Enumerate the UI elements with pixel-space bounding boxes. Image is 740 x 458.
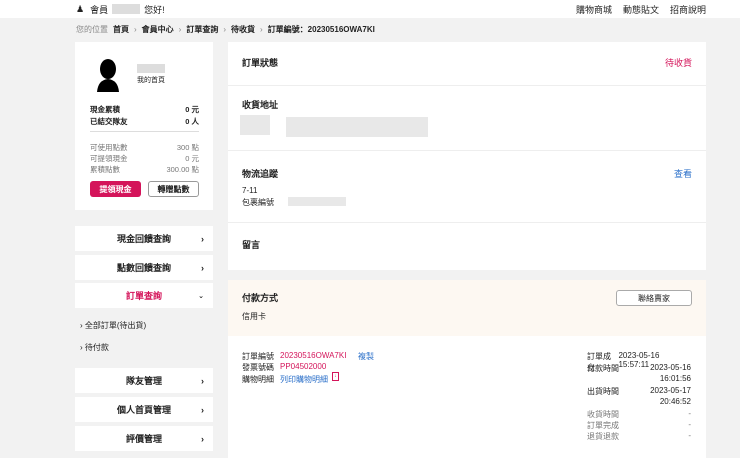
time-value: 20:46:52: [659, 397, 691, 406]
chevron-right-icon: ›: [201, 262, 204, 273]
menu-homepage[interactable]: 個人首頁管理 ›: [75, 397, 213, 422]
invoice-label: 發票號碼: [242, 363, 274, 372]
menu-orders[interactable]: 訂單查詢 ⌄: [75, 283, 213, 308]
menu-points-rebate[interactable]: 點數回饋查詢 ›: [75, 255, 213, 280]
nav-shop[interactable]: 購物商城: [576, 3, 612, 16]
transfer-points-button[interactable]: 轉贈點數: [148, 181, 199, 197]
crumb-member[interactable]: 會員中心: [142, 24, 174, 35]
menu-label: 點數回饋查詢: [116, 263, 171, 273]
withdrawable: 0 元: [185, 154, 199, 163]
friends-label: 已結交隊友: [90, 117, 128, 126]
my-home-link[interactable]: 我的首頁: [137, 75, 165, 85]
package-no-blurred: [288, 197, 346, 206]
order-info-panel: 訂單狀態 待收貨 收貨地址 物流追蹤 查看 7-11 包裹編號 留言: [228, 42, 706, 270]
accum-points-label: 累積點數: [90, 165, 120, 174]
cash-total: 0 元: [185, 105, 199, 114]
status-badge: 待收貨: [664, 58, 692, 68]
top-bar: ♟ 會員 您好! 購物商城 動態貼文 招商說明: [0, 0, 740, 18]
cash-total-label: 現金累積: [90, 105, 120, 114]
order-no-label: 訂單編號: [242, 352, 274, 361]
time-label: 退貨退款: [587, 431, 619, 441]
submenu-all-orders[interactable]: › 全部訂單(待出貨): [80, 320, 146, 331]
username-blurred: [112, 4, 141, 14]
time-value: -: [688, 430, 691, 440]
chevron-right-icon: ›: [201, 375, 204, 386]
time-value: -: [688, 419, 691, 429]
nav-merchant[interactable]: 招商說明: [670, 3, 706, 16]
time-value: 2023-05-16: [650, 362, 691, 372]
crumb-home[interactable]: 首頁: [113, 24, 129, 35]
time-label: 出貨時間: [587, 386, 619, 396]
time-value: 16:01:56: [659, 374, 691, 383]
nav-posts[interactable]: 動態貼文: [623, 3, 659, 16]
submenu-label: 全部訂單(待出貨): [84, 321, 147, 330]
user-icon: ♟: [76, 3, 85, 14]
address-blurred: [286, 117, 428, 137]
chevron-right-icon: ›: [201, 433, 204, 444]
avatar-icon: [97, 59, 119, 92]
crumb-orders[interactable]: 訂單查詢: [186, 24, 218, 35]
menu-label: 現金回饋查詢: [116, 234, 171, 244]
greeting-prefix: 會員: [90, 4, 109, 15]
withdrawable-label: 可提領現金: [90, 154, 128, 163]
chevron-right-icon: ›: [201, 404, 204, 415]
chevron-down-icon: ⌄: [198, 292, 204, 300]
time-label: 付款時間: [587, 363, 619, 373]
profile-card: 我的首頁 現金累積 0 元 已結交隊友 0 人 可使用點數 300 點 可提領現金 0 …: [75, 42, 213, 210]
time-value: -: [688, 408, 691, 418]
time-label: 訂單完成: [587, 420, 619, 430]
menu-label: 訂單查詢: [125, 291, 162, 301]
withdraw-cash-button[interactable]: 提領現金: [90, 181, 141, 197]
time-value: 2023-05-17: [650, 385, 691, 395]
invoice-no: PP04502000: [280, 362, 327, 371]
order-no: 20230516OWA7KI: [280, 351, 347, 360]
order-detail-panel: 訂單編號 20230516OWA7KI 複製 發票號碼 PP04502000 購…: [228, 336, 706, 458]
detail-label: 購物明細: [242, 375, 274, 384]
copy-button[interactable]: 複製: [358, 351, 374, 362]
usable-points: 300 點: [176, 143, 199, 152]
package-label: 包裹編號: [242, 198, 274, 207]
menu-label: 個人首頁管理: [116, 405, 171, 415]
greeting-suffix: 您好!: [144, 4, 165, 15]
payment-panel: 付款方式 信用卡 聯絡賣家: [228, 280, 706, 336]
menu-label: 隊友管理: [125, 376, 162, 386]
friends-count: 0 人: [185, 117, 199, 126]
carrier: 7-11: [242, 186, 258, 195]
menu-label: 評價管理: [125, 434, 162, 444]
usable-points-label: 可使用點數: [90, 143, 128, 152]
message-label: 留言: [242, 240, 261, 250]
menu-cash-rebate[interactable]: 現金回饋查詢 ›: [75, 226, 213, 251]
payment-label: 付款方式: [242, 293, 279, 303]
time-label: 收貨時間: [587, 409, 619, 419]
logistics-label: 物流追蹤: [242, 169, 279, 179]
submenu-label: 待付款: [84, 343, 109, 352]
address-blurred: [240, 115, 270, 135]
chevron-right-icon: ›: [201, 233, 204, 244]
breadcrumb: 您的位置 首頁 › 會員中心 › 訂單查詢 › 待收貨 › 訂單編號：20230516O…: [76, 24, 375, 35]
crumb-order: 訂單編號：20230516OWA7KI: [267, 25, 375, 34]
contact-seller-button[interactable]: 聯絡賣家: [616, 290, 692, 306]
accum-points: 300.00 點: [166, 165, 199, 174]
logistics-view-link[interactable]: 查看: [674, 167, 692, 180]
menu-team[interactable]: 隊友管理 ›: [75, 368, 213, 393]
pdf-icon[interactable]: ↓: [332, 372, 339, 381]
status-label: 訂單狀態: [242, 58, 279, 68]
address-label: 收貨地址: [242, 100, 279, 110]
time-label: 訂單成立: [587, 352, 611, 372]
username-blurred: [137, 64, 165, 73]
crumb-pending[interactable]: 待收貨: [231, 24, 255, 35]
menu-reviews[interactable]: 評價管理 ›: [75, 426, 213, 451]
time-value: 2023-05-16 15:57:11: [618, 351, 660, 369]
breadcrumb-label: 您的位置: [76, 25, 108, 34]
divider: [90, 131, 199, 132]
payment-method: 信用卡: [242, 312, 266, 321]
submenu-pending-payment[interactable]: › 待付款: [80, 342, 109, 353]
print-detail-link[interactable]: 列印購物明細: [280, 374, 328, 385]
